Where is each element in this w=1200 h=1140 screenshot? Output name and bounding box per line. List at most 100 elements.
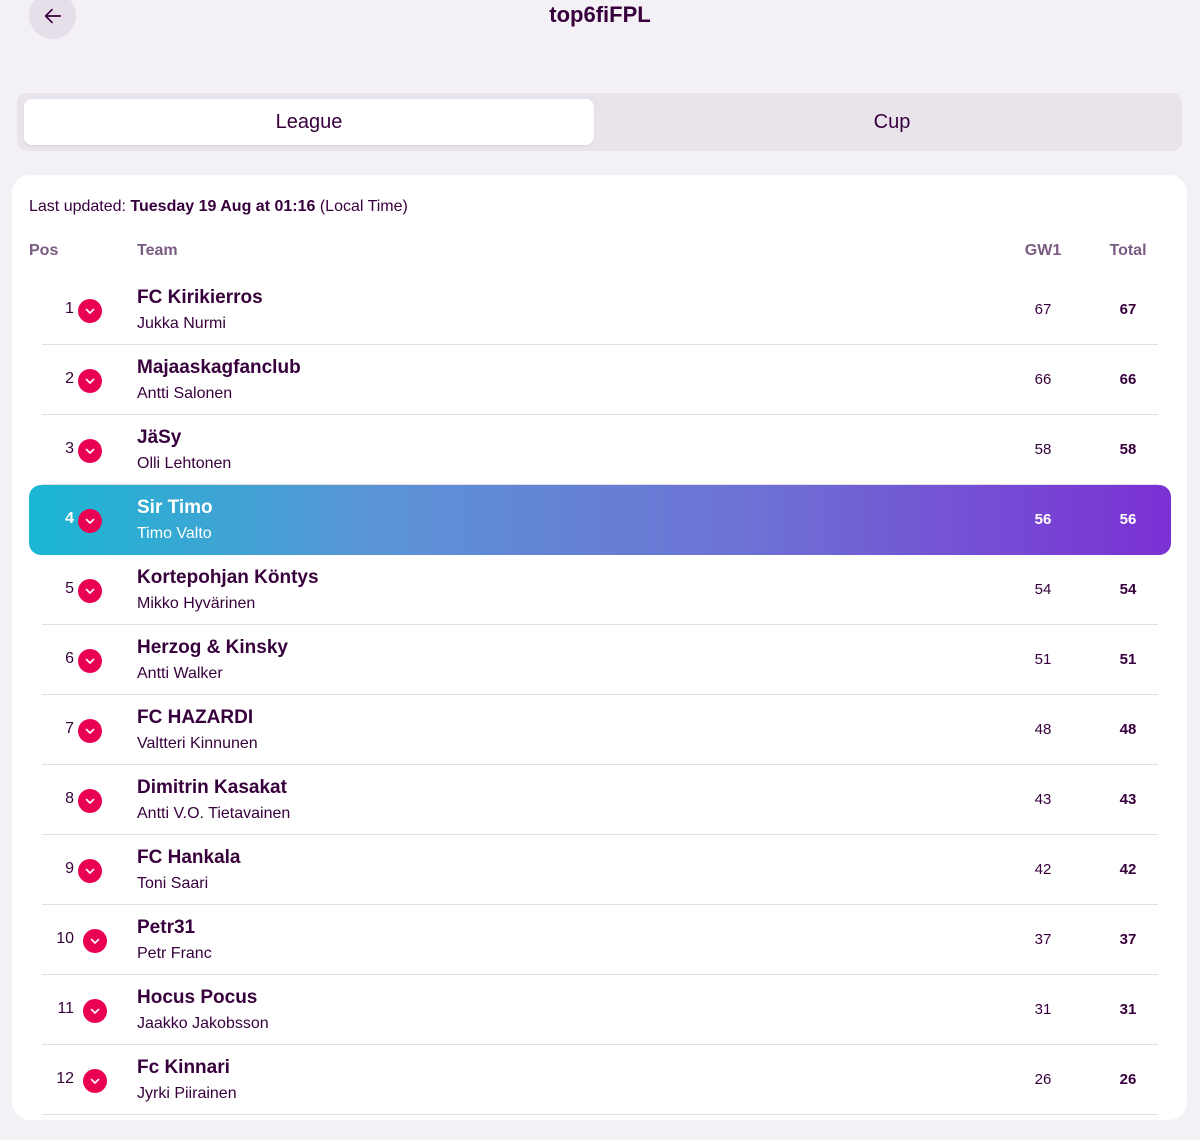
team-name-link[interactable]: JäSy [137, 427, 181, 449]
position-number: 11 [57, 1000, 74, 1017]
team-name-link[interactable]: Herzog & Kinsky [137, 637, 288, 659]
gameweek-points: 58 [1034, 441, 1052, 458]
team-name-link[interactable]: Kortepohjan Köntys [137, 567, 319, 589]
gameweek-points: 42 [1034, 861, 1052, 878]
manager-name: Antti Salonen [137, 385, 233, 402]
table-row[interactable]: 5 Kortepohjan Köntys Mikko Hyvärinen 54 54 [12, 555, 1187, 625]
table-row[interactable]: 8 Dimitrin Kasakat Antti V.O. Tietavainen 4… [12, 765, 1187, 835]
manager-name: Jyrki Piirainen [137, 1085, 237, 1102]
table-row[interactable]: 6 Herzog & Kinsky Antti Walker 51 51 [12, 625, 1187, 695]
movement-down-badge [78, 649, 102, 673]
team-name-link[interactable]: Petr31 [137, 917, 195, 939]
team-name-link[interactable]: FC HAZARDI [137, 707, 253, 729]
team-name-link[interactable]: Dimitrin Kasakat [137, 777, 287, 799]
movement-down-badge [78, 579, 102, 603]
team-name-link[interactable]: FC Kirikierros [137, 287, 263, 309]
table-row[interactable]: 12 Fc Kinnari Jyrki Piirainen 26 26 [12, 1045, 1187, 1115]
chevron-down-icon [85, 588, 95, 594]
chevron-down-icon [85, 378, 95, 384]
team-name-link[interactable]: FC Hankala [137, 847, 240, 869]
movement-down-badge [78, 859, 102, 883]
position-number: 7 [65, 720, 74, 737]
manager-name: Timo Valto [137, 525, 212, 542]
standings-card: Last updated: Tuesday 19 Aug at 01:16 (L… [12, 175, 1187, 1120]
app-header: top6fiFPL [0, 0, 1200, 60]
team-name-link[interactable]: Fc Kinnari [137, 1057, 230, 1079]
total-points: 51 [1119, 651, 1137, 668]
total-points: 56 [1119, 511, 1137, 528]
last-updated-datetime: Tuesday 19 Aug at 01:16 [130, 198, 316, 215]
manager-name: Jukka Nurmi [137, 315, 226, 332]
position-number: 9 [65, 860, 74, 877]
chevron-down-icon [85, 868, 95, 874]
manager-name: Jaakko Jakobsson [137, 1015, 269, 1032]
movement-down-badge [78, 719, 102, 743]
manager-name: Antti V.O. Tietavainen [137, 805, 291, 822]
table-row[interactable]: 3 JäSy Olli Lehtonen 58 58 [12, 415, 1187, 485]
gameweek-points: 67 [1034, 301, 1052, 318]
last-updated-prefix: Last updated: [29, 198, 131, 215]
total-points: 26 [1119, 1071, 1137, 1088]
gameweek-points: 26 [1034, 1071, 1052, 1088]
manager-name: Olli Lehtonen [137, 455, 232, 472]
table-row[interactable]: 2 Majaaskagfanclub Antti Salonen 66 66 [12, 345, 1187, 415]
chevron-down-icon [90, 1008, 100, 1014]
movement-down-badge [78, 789, 102, 813]
table-row-highlighted[interactable]: 4 Sir Timo Timo Valto 56 56 [29, 485, 1171, 555]
table-row[interactable]: 1 FC Kirikierros Jukka Nurmi 67 67 [12, 275, 1187, 345]
table-row[interactable]: 9 FC Hankala Toni Saari 42 42 [12, 835, 1187, 905]
column-header-team: Team [137, 242, 178, 259]
total-points: 58 [1119, 441, 1137, 458]
gameweek-points: 54 [1034, 581, 1052, 598]
row-divider [42, 1114, 1158, 1115]
position-number: 12 [56, 1070, 74, 1087]
page-title: top6fiFPL [549, 2, 651, 27]
chevron-down-icon [85, 798, 95, 804]
last-updated-suffix: (Local Time) [315, 198, 408, 215]
chevron-down-icon [85, 308, 95, 314]
league-cup-tabs: League Cup [17, 93, 1182, 151]
chevron-down-icon [85, 728, 95, 734]
movement-down-badge [83, 929, 107, 953]
movement-down-badge [83, 999, 107, 1023]
chevron-down-icon [85, 658, 95, 664]
manager-name: Antti Walker [137, 665, 223, 682]
column-header-gw: GW1 [1024, 242, 1062, 259]
position-number: 10 [56, 930, 74, 947]
total-points: 48 [1119, 721, 1137, 738]
total-points: 31 [1119, 1001, 1137, 1018]
position-number: 6 [65, 650, 74, 667]
total-points: 66 [1119, 371, 1137, 388]
tab-cup[interactable]: Cup [607, 99, 1177, 145]
gameweek-points: 51 [1034, 651, 1052, 668]
team-name-link[interactable]: Sir Timo [137, 497, 213, 519]
column-header-total: Total [1109, 242, 1147, 259]
movement-down-badge [78, 509, 102, 533]
movement-down-badge [83, 1069, 107, 1093]
team-name-link[interactable]: Majaaskagfanclub [137, 357, 301, 379]
chevron-down-icon [85, 448, 95, 454]
total-points: 67 [1119, 301, 1137, 318]
manager-name: Mikko Hyvärinen [137, 595, 256, 612]
team-name-link[interactable]: Hocus Pocus [137, 987, 257, 1009]
chevron-down-icon [85, 518, 95, 524]
tab-league[interactable]: League [24, 99, 594, 145]
position-number: 5 [65, 580, 74, 597]
total-points: 54 [1119, 581, 1137, 598]
position-number: 3 [65, 440, 74, 457]
gameweek-points: 56 [1034, 511, 1052, 528]
total-points: 43 [1119, 791, 1137, 808]
standings-table: 1 FC Kirikierros Jukka Nurmi 67 67 2 Majaaskag… [12, 275, 1187, 1115]
movement-down-badge [78, 369, 102, 393]
table-row[interactable]: 11 Hocus Pocus Jaakko Jakobsson 31 31 [12, 975, 1187, 1045]
total-points: 42 [1119, 861, 1137, 878]
table-row[interactable]: 10 Petr31 Petr Franc 37 37 [12, 905, 1187, 975]
gameweek-points: 43 [1034, 791, 1052, 808]
gameweek-points: 31 [1034, 1001, 1052, 1018]
position-number: 8 [65, 790, 74, 807]
position-number: 1 [65, 300, 74, 317]
movement-down-badge [78, 439, 102, 463]
gameweek-points: 37 [1034, 931, 1052, 948]
table-row[interactable]: 7 FC HAZARDI Valtteri Kinnunen 48 48 [12, 695, 1187, 765]
movement-down-badge [78, 299, 102, 323]
